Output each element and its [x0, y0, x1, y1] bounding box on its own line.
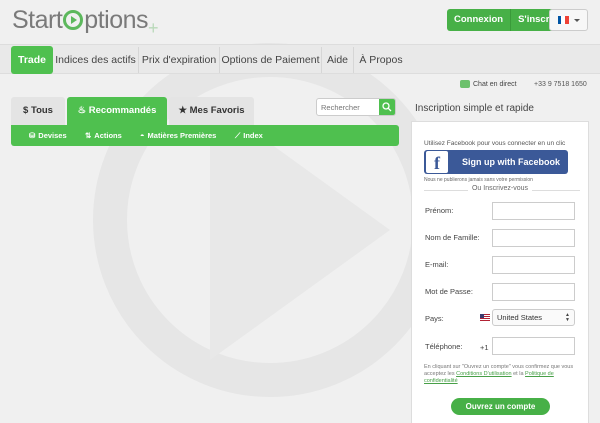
label-telephone: Téléphone:	[425, 342, 463, 351]
chart-icon: ⟋	[235, 131, 241, 140]
commodity-icon: ◓	[140, 131, 145, 140]
search-icon	[382, 102, 392, 112]
caret-down-icon	[573, 18, 580, 22]
label-nom: Nom de Famille:	[425, 233, 480, 242]
category-devises[interactable]: ⛁ Devises	[29, 125, 67, 146]
facebook-note: Nous ne publierons jamais sans votre per…	[424, 177, 533, 183]
signup-panel: Utilisez Facebook pour vous connecter en…	[411, 121, 589, 423]
us-flag-icon	[480, 314, 490, 321]
category-label: Devises	[38, 131, 67, 140]
logo-plus: +	[148, 18, 159, 38]
logo-text-start: Start	[12, 6, 63, 34]
logo-text-options: ptions	[84, 6, 149, 34]
category-index[interactable]: ⟋ Index	[235, 125, 263, 146]
password-field[interactable]	[492, 283, 575, 301]
prenom-field[interactable]	[492, 202, 575, 220]
facebook-button-label: Sign up with Facebook	[462, 157, 561, 167]
terms-link[interactable]: Conditions D'utilisation	[456, 371, 511, 377]
nav-item-indices[interactable]: Indices des actifs	[53, 47, 139, 73]
label-email: E-mail:	[425, 260, 449, 269]
facebook-signup-button[interactable]: f Sign up with Facebook	[424, 150, 568, 174]
tab-favoris[interactable]: ★ Mes Favoris	[169, 97, 254, 125]
category-label: Matières Premières	[147, 131, 217, 140]
dollar-icon: $	[23, 105, 29, 116]
email-field[interactable]	[492, 256, 575, 274]
star-icon: ★	[178, 105, 187, 116]
login-button[interactable]: Connexion	[447, 9, 512, 31]
nav-item-paiement[interactable]: Options de Paiement	[220, 47, 322, 73]
brand-logo[interactable]: Start ptions+	[12, 6, 159, 39]
live-chat-link[interactable]: Chat en direct	[460, 80, 517, 88]
category-bar: ⛁ Devises ⇅ Actions ◓ Matières Premières…	[11, 125, 399, 146]
country-select[interactable]: United States ▲ ▼	[492, 309, 575, 326]
nav-item-trade[interactable]: Trade	[11, 46, 53, 74]
label-prenom: Prénom:	[425, 206, 454, 215]
label-pays: Pays:	[425, 314, 444, 323]
chat-label: Chat en direct	[473, 80, 517, 88]
or-text: Ou Inscrivez-vous	[467, 185, 533, 192]
open-account-button[interactable]: Ouvrez un compte	[451, 398, 550, 415]
tab-label: Recommandés	[88, 105, 157, 116]
chat-icon	[460, 80, 470, 88]
arrows-icon: ⇅	[85, 131, 92, 140]
category-label: Actions	[94, 131, 122, 140]
terms-mid: et la	[513, 371, 524, 377]
phone-number: +33 9 7518 1650	[534, 81, 587, 88]
search-input[interactable]	[317, 99, 379, 115]
facebook-intro: Utilisez Facebook pour vous connecter en…	[424, 140, 566, 147]
main-nav: Trade Indices des actifs Prix d'expirati…	[0, 44, 600, 74]
or-separator: Ou Inscrivez-vous	[412, 185, 588, 192]
category-label: Index	[243, 131, 263, 140]
category-matieres[interactable]: ◓ Matières Premières	[140, 125, 216, 146]
nav-item-apropos[interactable]: À Propos	[354, 47, 408, 73]
tab-label: Tous	[30, 105, 53, 116]
play-icon	[63, 10, 84, 30]
coins-icon: ⛁	[29, 131, 36, 140]
select-arrows-icon: ▲ ▼	[565, 312, 570, 323]
category-actions[interactable]: ⇅ Actions	[85, 125, 122, 146]
search-box	[316, 98, 396, 116]
signup-title: Inscription simple et rapide	[415, 103, 534, 114]
nav-item-expiration[interactable]: Prix d'expiration	[139, 47, 220, 73]
terms-text: En cliquant sur "Ouvrez un compte" vous …	[424, 364, 584, 385]
label-password: Mot de Passe:	[425, 287, 473, 296]
tab-recommandes[interactable]: ♨ Recommandés	[67, 97, 167, 125]
tab-tous[interactable]: $ Tous	[11, 97, 65, 125]
telephone-field[interactable]	[492, 337, 575, 355]
france-flag-icon	[557, 16, 569, 24]
country-value: United States	[497, 313, 543, 322]
language-selector[interactable]	[549, 9, 588, 31]
facebook-icon: f	[426, 151, 448, 173]
nav-item-aide[interactable]: Aide	[322, 47, 354, 73]
header: Start ptions+ Connexion S'inscrire	[0, 0, 600, 44]
fire-icon: ♨	[77, 105, 87, 116]
search-button[interactable]	[379, 99, 395, 115]
nom-field[interactable]	[492, 229, 575, 247]
background-watermark	[93, 43, 447, 397]
phone-prefix: +1	[480, 343, 489, 352]
tab-label: Mes Favoris	[189, 105, 245, 116]
